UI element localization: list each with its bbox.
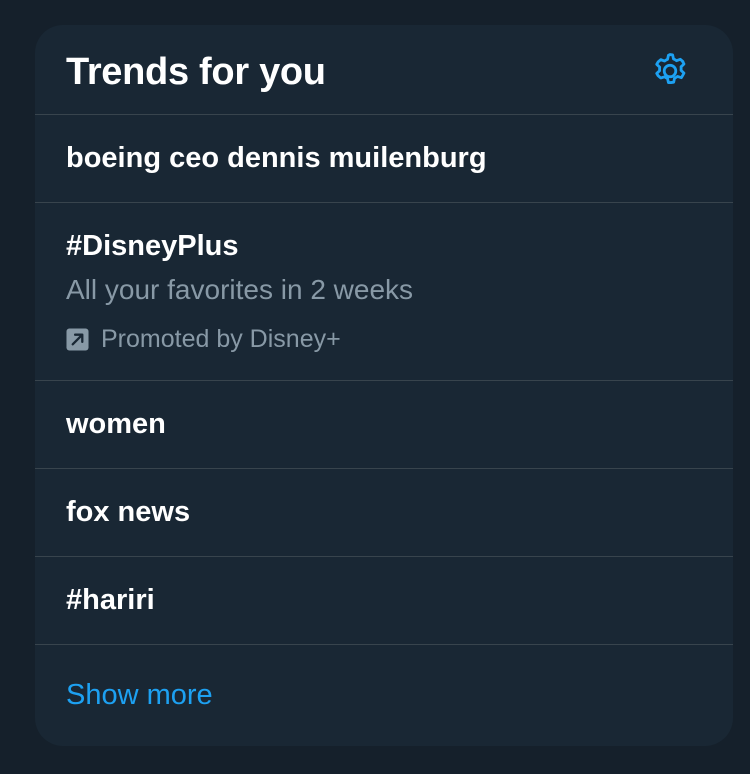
trend-item[interactable]: #hariri (35, 557, 733, 645)
trend-item[interactable]: women (35, 381, 733, 469)
trend-name: #DisneyPlus (66, 230, 239, 262)
trend-name: boeing ceo dennis muilenburg (66, 142, 487, 174)
trend-item[interactable]: fox news (35, 469, 733, 557)
trend-description: All your favorites in 2 weeks (66, 274, 414, 305)
trend-name: fox news (66, 496, 191, 528)
promoted-trend-item[interactable]: #DisneyPlus All your favorites in 2 week… (35, 203, 733, 381)
trend-name: #hariri (66, 584, 155, 616)
promoted-label: Promoted by Disney+ (101, 324, 341, 353)
promoted-arrow-icon (66, 327, 89, 351)
gear-icon[interactable] (649, 50, 691, 92)
promoted-row: Promoted by Disney+ (66, 324, 341, 354)
trends-card: Trends for you boeing ceo dennis muilenb… (35, 25, 733, 746)
trends-title: Trends for you (66, 51, 326, 93)
trends-header: Trends for you (35, 25, 733, 115)
show-more-link[interactable]: Show more (66, 679, 213, 712)
trend-item[interactable]: boeing ceo dennis muilenburg (35, 115, 733, 203)
trend-name: women (66, 408, 166, 440)
